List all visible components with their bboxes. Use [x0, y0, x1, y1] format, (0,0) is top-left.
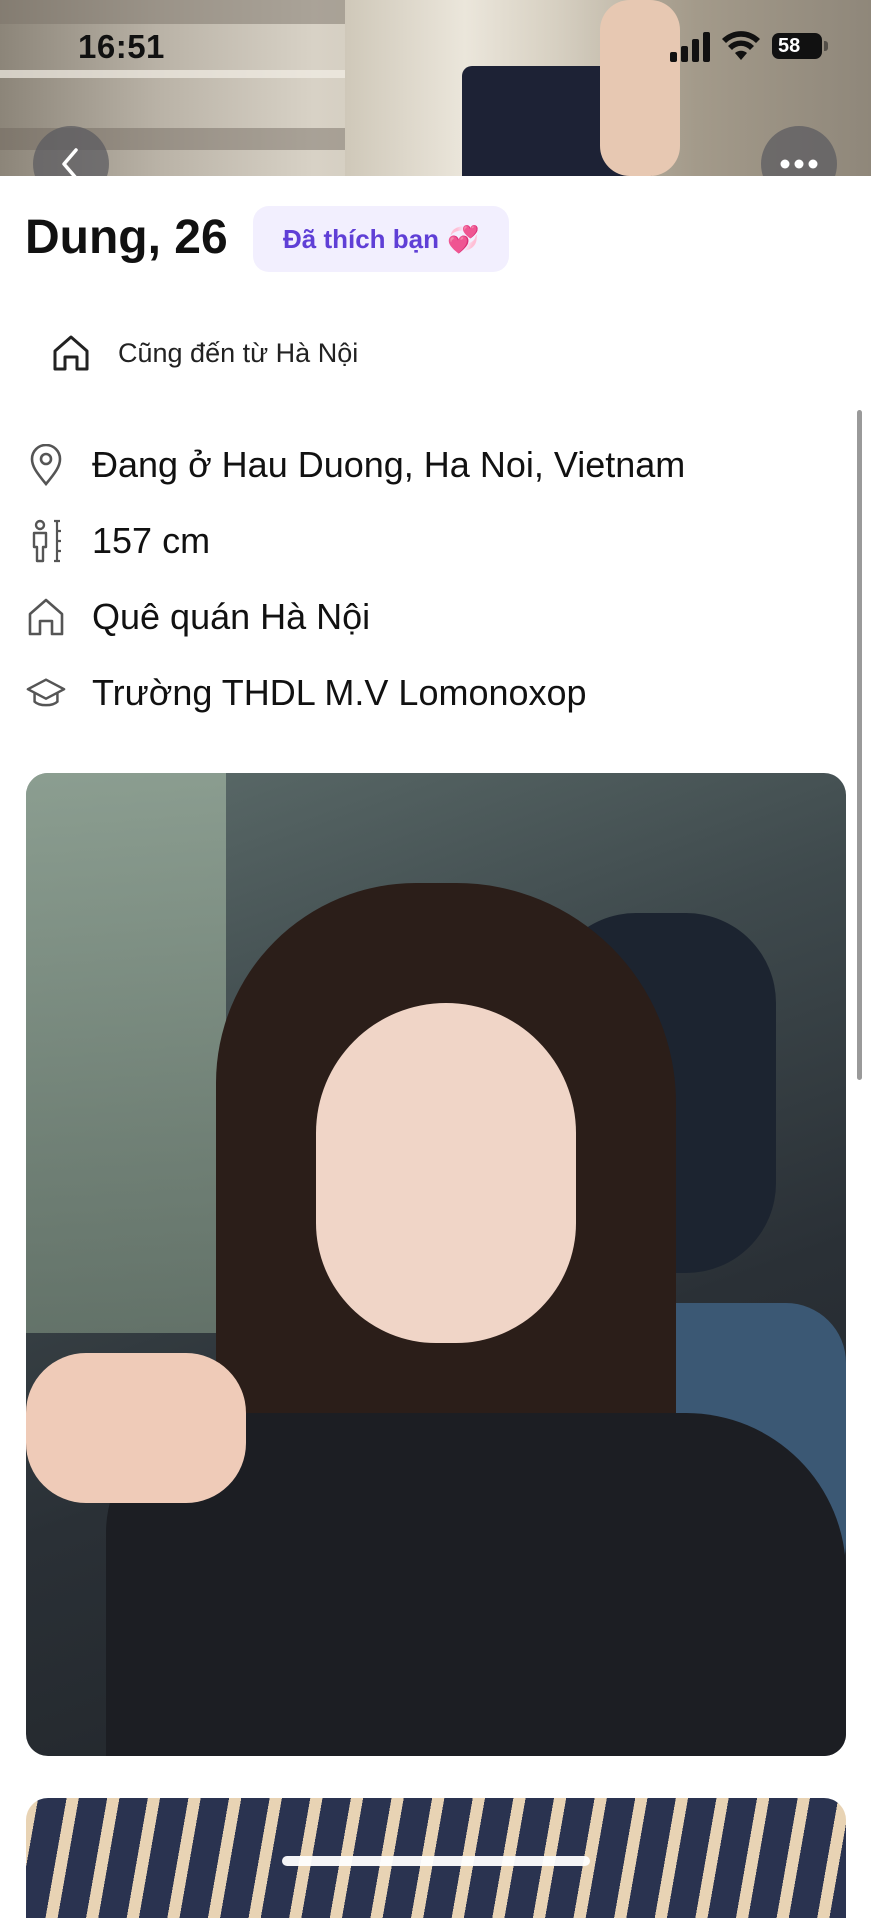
- profile-photo[interactable]: [26, 773, 846, 1756]
- status-bar: 16:51 58: [0, 0, 871, 100]
- photo-hand: [26, 1353, 246, 1503]
- same-city-row: Cũng đến từ Hà Nội: [50, 332, 358, 374]
- location-pin-icon: [26, 443, 66, 487]
- home-icon: [53, 335, 89, 371]
- height-icon: [26, 519, 66, 563]
- wifi-icon: [722, 31, 760, 60]
- graduation-cap-icon: [26, 671, 66, 715]
- liked-you-badge: Đã thích bạn 💞: [253, 206, 510, 272]
- info-school-label: Trường THDL M.V Lomonoxop: [92, 672, 587, 713]
- info-height-label: 157 cm: [92, 520, 211, 561]
- photo-face: [316, 1003, 576, 1343]
- info-location: Đang ở Hau Duong, Ha Noi, Vietnam: [26, 443, 685, 487]
- info-hometown-label: Quê quán Hà Nội: [92, 596, 371, 637]
- info-school: Trường THDL M.V Lomonoxop: [26, 671, 587, 715]
- battery-cap: [824, 41, 828, 51]
- liked-badge-label: Đã thích bạn: [283, 223, 440, 254]
- home-indicator[interactable]: [282, 1856, 590, 1866]
- more-horizontal-icon: [780, 159, 818, 169]
- hearts-emoji: 💞: [447, 223, 480, 254]
- status-time: 16:51: [78, 28, 165, 65]
- cellular-signal-icon: [670, 32, 710, 62]
- battery-level: 58: [778, 34, 801, 57]
- battery-icon: 58: [772, 33, 822, 59]
- info-location-label: Đang ở Hau Duong, Ha Noi, Vietnam: [92, 444, 686, 485]
- same-city-label: Cũng đến từ Hà Nội: [118, 337, 359, 368]
- photo-car-window: [26, 773, 226, 1333]
- home-icon: [26, 595, 66, 639]
- profile-name-age: Dung, 26: [25, 211, 228, 264]
- scrollbar[interactable]: [857, 410, 862, 1080]
- info-hometown: Quê quán Hà Nội: [26, 595, 370, 639]
- info-height: 157 cm: [26, 519, 210, 563]
